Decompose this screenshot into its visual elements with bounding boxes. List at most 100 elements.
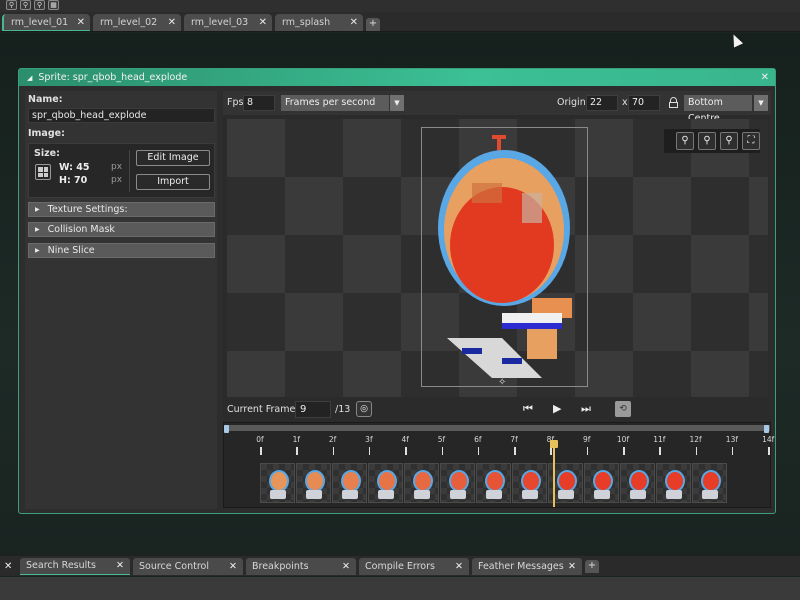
section-label: Nine Slice (47, 245, 95, 256)
collision-mask-section[interactable]: ▶ Collision Mask (28, 222, 215, 237)
frame-thumbnail[interactable] (692, 463, 727, 503)
frame-thumbnail[interactable] (656, 463, 691, 503)
fps-input[interactable]: 8 (243, 95, 275, 111)
previous-frame-icon[interactable]: ⏮ (523, 402, 533, 416)
play-icon[interactable]: ▶ (553, 402, 561, 415)
tab-rm-level-02[interactable]: rm_level_02 ✕ (93, 14, 181, 31)
texture-settings-section[interactable]: ▶ Texture Settings: (28, 202, 215, 217)
tick-label: 3f (365, 435, 373, 444)
next-frame-icon[interactable]: ⏭ (581, 402, 591, 416)
frame-head (629, 470, 649, 492)
add-tab-button[interactable]: + (585, 559, 599, 573)
total-frames: /13 (335, 404, 351, 415)
tab-search-results[interactable]: Search Results ✕ (20, 557, 130, 575)
tab-source-control[interactable]: Source Control ✕ (133, 557, 243, 575)
tick-label: 13f (725, 435, 738, 444)
scroll-handle-start[interactable] (224, 425, 229, 433)
zoom-reset-icon[interactable]: ⚲ (720, 132, 738, 150)
frame-thumbnail[interactable] (296, 463, 331, 503)
frame-body (594, 490, 610, 499)
frame-thumbnail[interactable] (440, 463, 475, 503)
tab-rm-level-01[interactable]: rm_level_01 ✕ (2, 14, 90, 31)
window-title-bar[interactable]: ◢ Sprite: spr_qbob_head_explode (19, 69, 775, 86)
resize-icon[interactable] (35, 164, 51, 180)
zoom-out-icon[interactable]: ⚲ (6, 0, 17, 10)
scroll-handle-end[interactable] (764, 425, 769, 433)
zoom-in-icon[interactable]: ⚲ (20, 0, 31, 10)
tick-mark (695, 447, 698, 455)
output-panel (0, 577, 800, 600)
frame-thumbnail[interactable] (404, 463, 439, 503)
current-frame-label: Current Frame: (227, 404, 299, 415)
editor-toolbar: Fps 8 Frames per second ▼ Origin 22 x 70… (223, 91, 771, 124)
frame-thumbnail[interactable] (260, 463, 295, 503)
frame-body (702, 490, 718, 499)
close-icon[interactable]: ✕ (77, 17, 85, 28)
basket-icon[interactable]: ▦ (48, 0, 59, 10)
tick-label: 1f (292, 435, 301, 444)
close-icon[interactable]: ✕ (342, 561, 350, 572)
frame-thumbnail[interactable] (584, 463, 619, 503)
origin-marker-icon[interactable]: ✧ (498, 377, 506, 388)
name-label: Name: (28, 94, 63, 105)
tab-breakpoints[interactable]: Breakpoints ✕ (246, 557, 356, 575)
frame-thumbnail[interactable] (332, 463, 367, 503)
frame-ruler[interactable]: 0f1f2f3f4f5f6f7f8f9f10f11f12f13f14f (224, 433, 774, 461)
current-frame-input[interactable]: 9 (295, 401, 331, 418)
frame-head (305, 470, 325, 492)
timeline-scrollbar[interactable] (224, 425, 770, 433)
sprite-canvas[interactable]: ⚲ ⚲ ⚲ ⛶ ✧ (227, 119, 768, 397)
tab-rm-level-03[interactable]: rm_level_03 ✕ (184, 14, 272, 31)
add-tab-button[interactable]: + (366, 18, 380, 31)
tab-feather-messages[interactable]: Feather Messages ✕ (472, 557, 582, 575)
close-icon[interactable]: ✕ (455, 561, 463, 572)
speed-mode-select[interactable]: Frames per second (281, 95, 389, 111)
close-icon[interactable]: ✕ (4, 561, 16, 572)
import-button[interactable]: Import (136, 174, 210, 190)
close-icon[interactable]: ✕ (229, 561, 237, 572)
nine-slice-section[interactable]: ▶ Nine Slice (28, 243, 215, 258)
origin-y-input[interactable]: 70 (628, 95, 660, 111)
tab-label: rm_level_03 (191, 17, 249, 28)
tab-label: rm_level_01 (11, 16, 69, 28)
tab-rm-splash[interactable]: rm_splash ✕ (275, 14, 363, 31)
zoom-in-icon[interactable]: ⚲ (698, 132, 716, 150)
height-unit: px (111, 175, 123, 185)
sprite-properties-panel: Name: spr_qbob_head_explode Image: Size:… (25, 91, 217, 509)
tab-compile-errors[interactable]: Compile Errors ✕ (359, 557, 469, 575)
close-icon[interactable]: ✕ (168, 17, 176, 28)
tick-mark (768, 447, 770, 455)
close-window-button[interactable]: ✕ (761, 72, 769, 83)
tick-mark (260, 447, 262, 455)
frame-strip (260, 463, 760, 503)
zoom-reset-icon[interactable]: ⚲ (34, 0, 45, 10)
origin-preset-select[interactable]: Bottom Centre (684, 95, 752, 124)
frame-thumbnail[interactable] (512, 463, 547, 503)
edit-image-button[interactable]: Edit Image (136, 150, 210, 166)
chevron-down-icon[interactable]: ▼ (754, 95, 768, 111)
chevron-down-icon[interactable]: ▼ (390, 95, 404, 111)
origin-x-input[interactable]: 22 (586, 95, 618, 111)
collapse-icon[interactable]: ◢ (27, 74, 32, 82)
frame-head (269, 470, 289, 492)
sprite-editor-window: ◢ Sprite: spr_qbob_head_explode ✕ Name: … (18, 68, 776, 514)
fit-screen-icon[interactable]: ⛶ (742, 132, 760, 150)
close-icon[interactable]: ✕ (568, 561, 576, 572)
tick-label: 9f (582, 435, 591, 444)
lock-icon[interactable] (669, 97, 678, 108)
sprite-name-input[interactable]: spr_qbob_head_explode (28, 108, 215, 123)
frame-thumbnail[interactable] (476, 463, 511, 503)
frame-thumbnail[interactable] (620, 463, 655, 503)
section-label: Texture Settings: (47, 204, 128, 215)
fps-label: Fps (227, 97, 244, 108)
frame-thumbnail[interactable] (368, 463, 403, 503)
close-icon[interactable]: ✕ (259, 17, 267, 28)
zoom-out-icon[interactable]: ⚲ (676, 132, 694, 150)
frame-body (342, 490, 358, 499)
close-icon[interactable]: ✕ (350, 17, 358, 28)
loop-icon[interactable]: ⟲ (615, 401, 631, 417)
onion-skin-icon[interactable]: ◎ (356, 401, 372, 417)
tab-label: rm_splash (282, 17, 331, 28)
close-icon[interactable]: ✕ (116, 560, 124, 571)
sprite-frame-image (438, 135, 572, 378)
